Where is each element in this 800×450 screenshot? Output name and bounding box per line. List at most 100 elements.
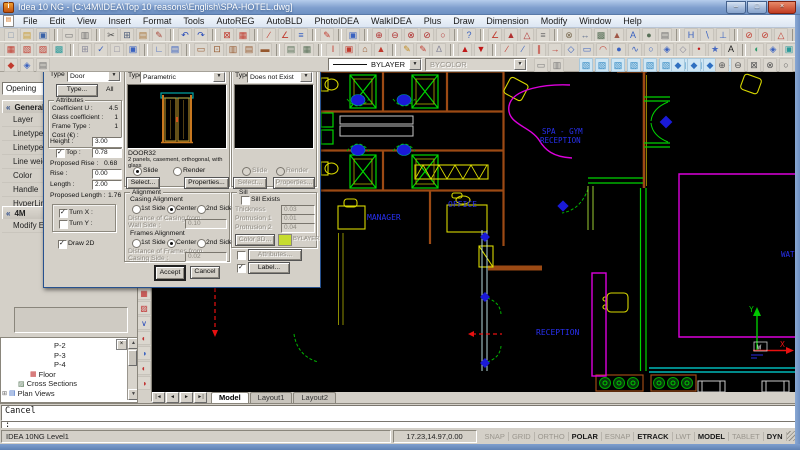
casing-center-radio[interactable] xyxy=(167,205,176,214)
status-toggle[interactable]: ORTHO xyxy=(535,432,569,441)
help-icon[interactable]: ? xyxy=(462,28,476,42)
ellipse-icon[interactable]: ○ xyxy=(644,43,658,57)
redo-icon[interactable]: ↷ xyxy=(194,28,208,42)
column-icon[interactable]: I xyxy=(326,43,340,57)
tool-icon[interactable]: ◑ xyxy=(137,376,151,390)
zoom-realtime-icon[interactable]: ⊕ xyxy=(715,58,729,72)
select-icon[interactable]: ⊠ xyxy=(220,28,234,42)
frames-2nd-side-radio[interactable] xyxy=(197,239,206,248)
casing-1st-side-radio[interactable] xyxy=(132,205,141,214)
layout-tab[interactable]: Model xyxy=(211,392,249,403)
zoom-window2-icon[interactable]: ⊠ xyxy=(747,58,761,72)
tool-icon[interactable]: ∨ xyxy=(137,316,151,330)
tool-icon[interactable]: ▦ xyxy=(137,286,151,300)
spline-icon[interactable]: ∿ xyxy=(628,43,642,57)
tool-icon[interactable]: ▩ xyxy=(594,28,608,42)
layout-tab[interactable]: Layout2 xyxy=(293,392,336,403)
tool-icon[interactable]: ▤ xyxy=(36,58,50,72)
window-icon[interactable]: ▥ xyxy=(226,43,240,57)
gem-icon[interactable]: ◈ xyxy=(766,43,780,57)
no-tool-icon[interactable]: ⊘ xyxy=(742,28,756,42)
rotate-icon[interactable]: ◐ xyxy=(750,43,764,57)
minimize-button[interactable]: – xyxy=(726,1,746,14)
close-icon[interactable]: × xyxy=(116,339,127,350)
resize-grip[interactable] xyxy=(787,431,795,441)
render-icon[interactable]: ▥ xyxy=(550,58,564,72)
slide-radio[interactable] xyxy=(133,167,142,176)
menu-item[interactable]: Plus xyxy=(418,16,448,26)
menu-item[interactable]: Edit xyxy=(44,16,72,26)
wall2-icon[interactable]: ▧ xyxy=(20,43,34,57)
menu-item[interactable]: Insert xyxy=(102,16,137,26)
chevron-down-icon[interactable]: ▼ xyxy=(108,71,120,81)
polyline-icon[interactable]: ∠ xyxy=(278,28,292,42)
delta-tool-icon[interactable]: △ xyxy=(774,28,788,42)
menu-item[interactable]: PhotoIDEA xyxy=(309,16,366,26)
menu-item[interactable]: File xyxy=(17,16,44,26)
zoom-window-icon[interactable]: ⊗ xyxy=(404,28,418,42)
properties-button[interactable]: Properties... xyxy=(184,177,229,189)
text-icon[interactable]: A xyxy=(724,43,738,57)
tool-icon[interactable]: ▨ xyxy=(137,301,151,315)
menu-item[interactable]: Draw xyxy=(447,16,480,26)
up-icon[interactable]: ▲ xyxy=(458,43,472,57)
tool-icon[interactable]: ◆ xyxy=(4,58,18,72)
view-top-icon[interactable]: ▧ xyxy=(579,58,593,72)
draw-line-icon[interactable]: ∕ xyxy=(500,43,514,57)
undo-icon[interactable]: ↶ xyxy=(178,28,192,42)
command-history[interactable]: Cancel xyxy=(1,405,798,421)
box-icon[interactable]: □ xyxy=(110,43,124,57)
pencil2-icon[interactable]: ✎ xyxy=(416,43,430,57)
no-tool-icon[interactable]: ⊘ xyxy=(758,28,772,42)
pencil-icon[interactable]: ✎ xyxy=(400,43,414,57)
save-icon[interactable]: ▣ xyxy=(36,28,50,42)
status-toggle[interactable]: LWT xyxy=(673,432,695,441)
turn-y-checkbox[interactable] xyxy=(59,220,68,229)
new-icon[interactable]: □ xyxy=(4,28,18,42)
zoom-out-icon[interactable]: ⊖ xyxy=(388,28,402,42)
line-icon[interactable]: ∕ xyxy=(262,28,276,42)
menu-item[interactable]: AutoBLD xyxy=(260,16,308,26)
label-checkbox[interactable] xyxy=(237,264,246,273)
roof-icon[interactable]: ⌂ xyxy=(358,43,372,57)
list-tool-icon[interactable]: ≡ xyxy=(536,28,550,42)
draw-line2-icon[interactable]: ∕ xyxy=(516,43,530,57)
tool-icon[interactable]: ↔ xyxy=(578,28,592,42)
print-icon[interactable]: ▭ xyxy=(62,28,76,42)
frame-icon[interactable]: ▬ xyxy=(258,43,272,57)
view-nw-iso-icon[interactable]: ◆ xyxy=(687,58,701,72)
scroll-up-icon[interactable]: ▲ xyxy=(128,338,138,349)
top-field[interactable]: 0.78 xyxy=(92,148,122,158)
status-toggle[interactable]: TABLET xyxy=(729,432,764,441)
open-icon[interactable]: ▤ xyxy=(20,28,34,42)
panel-icon[interactable]: ▤ xyxy=(168,43,182,57)
circle-icon[interactable]: ● xyxy=(612,43,626,57)
zoom-previous-icon[interactable]: ⊗ xyxy=(763,58,777,72)
accept-button[interactable]: Accept xyxy=(154,265,186,281)
tree-scrollbar[interactable]: ▲ ▼ xyxy=(127,338,137,400)
frames-center-radio[interactable] xyxy=(167,239,176,248)
label-button[interactable]: Label... xyxy=(248,262,290,274)
cut-icon[interactable]: ✂ xyxy=(104,28,118,42)
scrollbar-thumb[interactable] xyxy=(128,350,137,366)
height-field[interactable]: 3.00 xyxy=(92,137,122,147)
tool-icon[interactable]: ◐ xyxy=(137,361,151,375)
render-radio[interactable] xyxy=(173,167,182,176)
chevron-down-icon[interactable]: ▼ xyxy=(409,59,421,70)
zoom-out2-icon[interactable]: ⊖ xyxy=(731,58,745,72)
opening-icon[interactable]: ▤ xyxy=(242,43,256,57)
arrow-icon[interactable]: → xyxy=(548,43,562,57)
top-checkbox[interactable] xyxy=(56,149,65,158)
paste-icon[interactable]: ▤ xyxy=(136,28,150,42)
view-right-icon[interactable]: ▧ xyxy=(627,58,641,72)
layer-color-combo[interactable]: BYLAYER ▼ xyxy=(328,58,422,71)
slope-icon[interactable]: ∆ xyxy=(432,43,446,57)
arc-icon[interactable]: ◠ xyxy=(596,43,610,57)
shutters-type-combo[interactable]: Does not Exist ▼ xyxy=(247,71,313,83)
tree-item[interactable]: ▨ Cross Sections xyxy=(1,379,137,389)
tool-icon[interactable]: ⊗ xyxy=(562,28,576,42)
status-toggle[interactable]: MODEL xyxy=(695,432,729,441)
diamond2-icon[interactable]: ◇ xyxy=(676,43,690,57)
rise-field[interactable]: 0.00 xyxy=(92,169,122,179)
sill-exists-checkbox[interactable] xyxy=(241,196,250,205)
